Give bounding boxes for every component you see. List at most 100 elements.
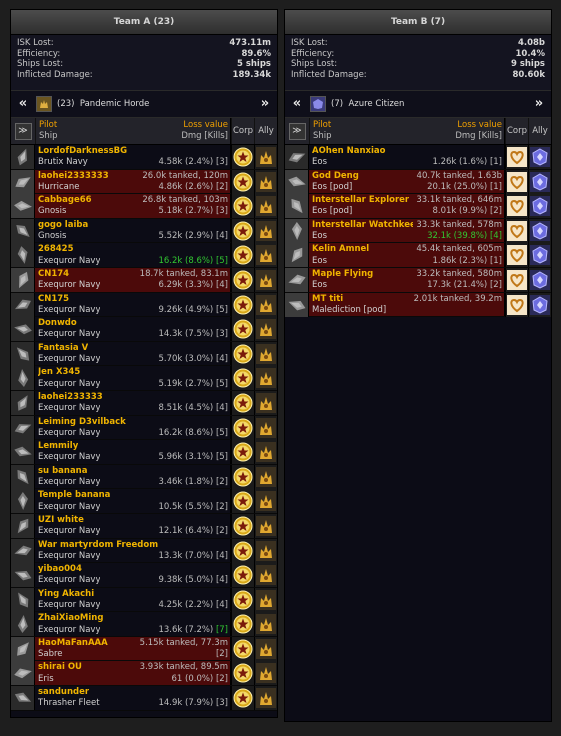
ship-icon[interactable]: [11, 341, 35, 366]
pilot-row[interactable]: Interstellar Explorer 33.1k tanked, 646m E…: [285, 194, 551, 219]
chevron-double-right-icon[interactable]: »: [532, 97, 546, 111]
ship-name[interactable]: Exequror Navy: [38, 403, 100, 414]
pilot-name[interactable]: laohei2333333: [38, 171, 109, 182]
ship-name[interactable]: Exequror Navy: [38, 526, 100, 537]
expand-button[interactable]: ≫: [14, 122, 32, 140]
ally-horde-logo-icon[interactable]: [254, 366, 277, 391]
pilot-row[interactable]: CN174 18.7k tanked, 83.1m Exequror Navy 6.2…: [11, 267, 277, 293]
pilot-name[interactable]: Lemmily: [38, 441, 78, 452]
corp-star-medal-icon[interactable]: [231, 390, 254, 415]
ship-icon[interactable]: [11, 612, 35, 637]
pilot-name[interactable]: CN175: [38, 294, 69, 305]
ally-azure-citizen-logo-icon[interactable]: [528, 292, 551, 317]
ship-icon[interactable]: [285, 169, 309, 194]
ship-icon[interactable]: [285, 292, 309, 317]
pilot-name[interactable]: MT titi: [312, 294, 343, 305]
pilot-name[interactable]: LordofDarknessBG: [38, 146, 127, 157]
ship-icon[interactable]: [11, 292, 35, 317]
corp-star-medal-icon[interactable]: [231, 612, 254, 637]
ship-name[interactable]: Exequror Navy: [38, 600, 100, 611]
ship-icon[interactable]: [11, 686, 35, 711]
corp-star-medal-icon[interactable]: [231, 440, 254, 465]
ship-name[interactable]: Eos [pod]: [312, 182, 352, 193]
pilot-row[interactable]: 268425 Exequror Navy 16.2k (8.6%) [5]: [11, 243, 277, 268]
corp-star-medal-icon[interactable]: [231, 686, 254, 711]
ship-icon[interactable]: [11, 538, 35, 563]
ship-name[interactable]: Hurricane: [38, 182, 79, 193]
ship-name[interactable]: Eos: [312, 280, 327, 291]
ship-icon[interactable]: [285, 267, 309, 292]
ship-icon[interactable]: [11, 218, 35, 243]
corp-star-medal-icon[interactable]: [231, 538, 254, 563]
ship-name[interactable]: Exequror Navy: [38, 575, 100, 586]
pilot-name[interactable]: Leiming D3vilback: [38, 417, 126, 428]
chevron-double-left-icon[interactable]: «: [16, 97, 30, 111]
ship-column-header[interactable]: Ship: [39, 131, 58, 142]
ally-horde-logo-icon[interactable]: [254, 169, 277, 194]
corp-heart-logo-icon[interactable]: [505, 218, 528, 243]
pilot-name[interactable]: HaoMaFanAAA: [38, 638, 108, 649]
corp-star-medal-icon[interactable]: [231, 636, 254, 661]
pilot-row[interactable]: Fantasia V Exequror Navy 5.70k (3.0%) [4]: [11, 341, 277, 367]
corp-star-medal-icon[interactable]: [231, 194, 254, 219]
ally-horde-logo-icon[interactable]: [254, 390, 277, 415]
expand-button[interactable]: ≫: [288, 122, 306, 140]
ship-name[interactable]: Exequror Navy: [38, 329, 100, 340]
ally-horde-logo-icon[interactable]: [254, 243, 277, 268]
ship-name[interactable]: Exequror Navy: [38, 477, 100, 488]
ally-azure-citizen-logo-icon[interactable]: [528, 218, 551, 243]
pilot-name[interactable]: ZhaiXiaoMing: [38, 613, 103, 624]
pilot-name[interactable]: God Deng: [312, 171, 359, 182]
ship-name[interactable]: Exequror Navy: [38, 551, 100, 562]
ship-icon[interactable]: [11, 464, 35, 489]
ship-name[interactable]: Eos: [312, 256, 327, 267]
pilot-name[interactable]: yibao004: [38, 564, 82, 575]
ship-name[interactable]: Eris: [38, 674, 54, 685]
ally-horde-logo-icon[interactable]: [254, 292, 277, 317]
corp-star-medal-icon[interactable]: [231, 366, 254, 391]
pilot-row[interactable]: HaoMaFanAAA 5.15k tanked, 77.3m Sabre [2]: [11, 636, 277, 662]
ship-name[interactable]: Exequror Navy: [38, 280, 100, 291]
ship-icon[interactable]: [285, 243, 309, 268]
pilot-name[interactable]: Donwdo: [38, 318, 77, 329]
ship-icon[interactable]: [11, 563, 35, 588]
pilot-name[interactable]: Interstellar Watchkeeper: [312, 220, 413, 231]
ally-column-header[interactable]: Ally: [254, 118, 277, 144]
ship-icon[interactable]: [11, 661, 35, 686]
corp-column-header[interactable]: Corp: [231, 118, 254, 144]
chevron-double-right-icon[interactable]: »: [258, 97, 272, 111]
pilot-name[interactable]: laohei233333: [38, 392, 103, 403]
ally-horde-logo-icon[interactable]: [254, 636, 277, 661]
pilot-row[interactable]: Jen X345 Exequror Navy 5.19k (2.7%) [5]: [11, 366, 277, 391]
pilot-name[interactable]: Jen X345: [38, 367, 80, 378]
pilot-name[interactable]: AOhen Nanxiao: [312, 146, 386, 157]
ally-horde-logo-icon[interactable]: [254, 317, 277, 342]
pilot-row[interactable]: Leiming D3vilback Exequror Navy 16.2k (8.6…: [11, 415, 277, 441]
ally-azure-citizen-logo-icon[interactable]: [528, 194, 551, 219]
ship-name[interactable]: Exequror Navy: [38, 354, 100, 365]
ally-horde-logo-icon[interactable]: [254, 145, 277, 169]
ship-icon[interactable]: [11, 243, 35, 268]
ally-horde-logo-icon[interactable]: [254, 538, 277, 563]
pilot-name[interactable]: UZI white: [38, 515, 84, 526]
pilot-name[interactable]: Kelin Amnel: [312, 244, 369, 255]
ally-horde-logo-icon[interactable]: [254, 587, 277, 612]
ally-horde-logo-icon[interactable]: [254, 440, 277, 465]
pilot-row[interactable]: shirai OU 3.93k tanked, 89.5m Eris 61 (0.0%…: [11, 661, 277, 687]
pilot-row[interactable]: ZhaiXiaoMing Exequror Navy 13.6k (7.2%) [7…: [11, 612, 277, 637]
ally-horde-logo-icon[interactable]: [254, 563, 277, 588]
ship-icon[interactable]: [11, 440, 35, 465]
ship-name[interactable]: Eos: [312, 231, 327, 242]
corp-star-medal-icon[interactable]: [231, 513, 254, 538]
ship-icon[interactable]: [11, 513, 35, 538]
pilot-name[interactable]: sandunder: [38, 687, 89, 698]
ship-icon[interactable]: [285, 145, 309, 169]
ship-icon[interactable]: [11, 587, 35, 612]
ally-horde-logo-icon[interactable]: [254, 218, 277, 243]
ally-azure-citizen-logo-icon[interactable]: [528, 267, 551, 292]
pilot-row[interactable]: Lemmily Exequror Navy 5.96k (3.1%) [5]: [11, 440, 277, 465]
pilot-name[interactable]: Temple banana: [38, 490, 110, 501]
ship-name[interactable]: Gnosis: [38, 231, 66, 242]
ship-name[interactable]: Exequror Navy: [38, 428, 100, 439]
pilot-row[interactable]: laohei233333 Exequror Navy 8.51k (4.5%) [4…: [11, 390, 277, 416]
